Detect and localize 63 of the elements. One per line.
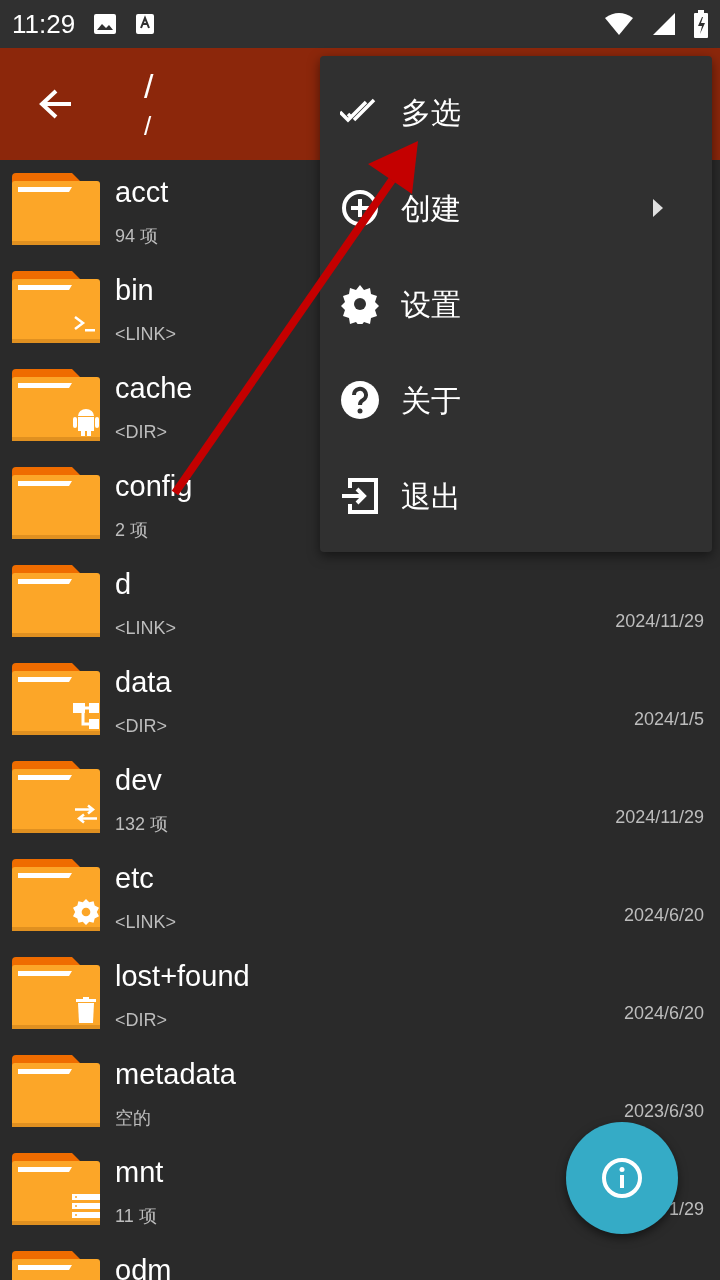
hierarchy-icon — [73, 703, 99, 729]
terminal-icon — [74, 316, 95, 332]
file-name: acct — [115, 175, 169, 210]
file-detail: <DIR> — [115, 421, 168, 444]
swap-arrows-icon — [73, 804, 99, 824]
status-time: 11:29 — [12, 7, 76, 41]
file-name: cache — [115, 371, 193, 406]
menu-item[interactable]: 创建 — [320, 160, 712, 256]
signal-icon — [652, 12, 676, 36]
help-icon — [340, 380, 380, 420]
file-date: 2024/6/20 — [623, 904, 704, 927]
path-title: / — [144, 66, 154, 107]
file-name: mnt — [115, 1155, 164, 1190]
file-detail: 11 项 — [115, 1205, 157, 1228]
menu-item[interactable]: 退出 — [320, 448, 712, 544]
info-icon — [601, 1157, 643, 1199]
folder-icon — [12, 565, 100, 637]
path-subtitle: / — [144, 110, 153, 143]
file-name: odm — [115, 1253, 172, 1280]
exit-icon — [340, 476, 380, 516]
back-icon — [39, 89, 73, 119]
file-name: bin — [115, 273, 154, 308]
folder-icon — [12, 173, 100, 245]
file-detail: <LINK> — [115, 323, 177, 346]
menu-item[interactable]: 关于 — [320, 352, 712, 448]
file-date: 2024/11/29 — [615, 806, 704, 829]
text-icon — [135, 13, 156, 35]
file-date: 2024/1/5 — [633, 708, 704, 731]
file-name: d — [115, 567, 132, 602]
file-name: dev — [115, 763, 162, 798]
file-name: metadata — [115, 1057, 236, 1092]
file-detail: 空的 — [115, 1107, 151, 1130]
add-circle-icon — [340, 188, 380, 228]
file-detail: <LINK> — [115, 911, 177, 934]
android-icon — [73, 409, 99, 436]
menu-item-label: 创建 — [401, 190, 461, 227]
settings-icon — [340, 284, 380, 324]
folder-icon — [12, 1055, 100, 1127]
file-detail: 132 项 — [115, 813, 169, 836]
file-date: 2023/6/30 — [623, 1100, 704, 1123]
file-detail: <DIR> — [115, 715, 168, 738]
menu-item-label: 设置 — [401, 286, 461, 323]
wifi-icon — [604, 12, 634, 36]
file-name: data — [115, 665, 172, 700]
menu-item[interactable]: 设置 — [320, 256, 712, 352]
file-detail: <DIR> — [115, 1009, 168, 1032]
file-name: lost+found — [115, 959, 250, 994]
file-date: 1/29 — [668, 1198, 704, 1221]
file-detail: 94 项 — [115, 225, 159, 248]
file-detail: <LINK> — [115, 617, 177, 640]
file-detail: 2 项 — [115, 519, 148, 542]
submenu-arrow-icon — [652, 198, 664, 218]
menu-item-label: 退出 — [401, 478, 461, 515]
file-date: 2024/6/20 — [623, 1002, 704, 1025]
file-date: 2024/11/29 — [615, 610, 704, 633]
menu-item-label: 关于 — [401, 382, 461, 419]
trash-icon — [76, 997, 96, 1023]
menu-item[interactable]: 多选 — [320, 64, 712, 160]
menu-item-label: 多选 — [401, 94, 461, 131]
file-name: etc — [115, 861, 154, 896]
folder-icon — [12, 467, 100, 539]
image-icon — [93, 13, 118, 35]
battery-icon — [694, 10, 708, 38]
